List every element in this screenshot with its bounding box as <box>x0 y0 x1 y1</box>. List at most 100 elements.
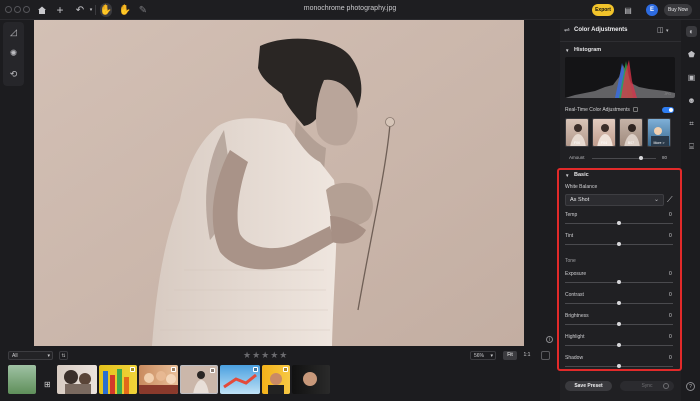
preset-thumbnail[interactable]: B07 <box>619 118 643 147</box>
title-bar: + ↶ ▾ ✋ ✋ ✎ monochrome photography.jpg E… <box>0 0 700 20</box>
preset-thumbnail[interactable]: F04 <box>592 118 616 147</box>
selection-checkbox[interactable] <box>283 367 288 372</box>
filmstrip-thumbnail[interactable] <box>262 365 290 394</box>
selection-checkbox[interactable] <box>210 368 215 373</box>
filmstrip-thumbnail[interactable] <box>139 365 178 394</box>
crop-icon[interactable]: ⌗ <box>686 118 697 129</box>
filmstrip-thumbnail[interactable] <box>57 365 97 394</box>
collapse-triangle-icon[interactable]: ▼ <box>565 173 569 178</box>
save-preset-button[interactable]: Save Preset <box>565 381 612 391</box>
filmstrip-thumbnail[interactable] <box>8 365 36 394</box>
amount-slider-track[interactable] <box>592 158 656 159</box>
camera-icon[interactable]: ⌸ <box>686 141 697 152</box>
info-panel-icon[interactable]: ▤ <box>621 3 635 17</box>
buy-now-button[interactable]: Buy Now <box>664 4 692 16</box>
photo-image <box>34 20 524 346</box>
histogram-title: Histogram <box>574 47 602 53</box>
panel-title: Color Adjustments <box>574 27 628 33</box>
filmstrip-thumbnail[interactable] <box>99 365 137 394</box>
chevron-down-icon: ▾ <box>490 353 493 359</box>
selection-checkbox[interactable] <box>253 367 258 372</box>
shield-icon[interactable]: ⬟ <box>686 49 697 60</box>
fit-button[interactable]: Fit <box>503 351 517 360</box>
avatar[interactable]: E <box>646 4 658 16</box>
sliders-icon: ⇌ <box>564 27 570 34</box>
right-toolbar: ◐ ⬟ ▣ ☻ ⌗ ⌸ <box>683 20 700 401</box>
selection-checkbox[interactable] <box>130 367 135 372</box>
preset-label: B07 <box>627 141 635 145</box>
photo-canvas[interactable] <box>34 20 524 346</box>
people-icon[interactable]: ☻ <box>686 95 697 106</box>
chevron-down-icon[interactable]: ▾ <box>666 28 669 34</box>
filter-value: All <box>12 353 18 359</box>
actual-size-button[interactable]: 1:1 <box>520 351 534 360</box>
rating-stars[interactable]: ★★★★★ <box>243 350 288 361</box>
temp-slider-knob[interactable] <box>617 221 621 225</box>
amount-slider-knob[interactable] <box>639 156 643 160</box>
zoom-dropdown[interactable]: 56% ▾ <box>470 351 496 360</box>
shadow-slider-knob[interactable] <box>617 364 621 368</box>
temp-value: 0 <box>669 212 672 218</box>
contrast-slider-knob[interactable] <box>617 301 621 305</box>
eyedropper-icon[interactable]: ⟋ <box>667 195 673 205</box>
amount-label: Amount <box>569 155 585 160</box>
exposure-slider-knob[interactable] <box>617 280 621 284</box>
white-balance-label: White Balance <box>565 184 598 190</box>
filmstrip-thumbnail[interactable] <box>292 365 330 394</box>
info-icon[interactable] <box>633 107 638 112</box>
layers-icon[interactable]: ▣ <box>686 72 697 83</box>
help-icon[interactable]: ? <box>686 382 695 391</box>
preset-thumbnail[interactable]: F06 <box>565 118 589 147</box>
left-toolbar: ◿ ✺ ⟲ <box>3 22 24 86</box>
contrast-label: Contrast <box>565 292 584 298</box>
exposure-value: 0 <box>669 271 672 277</box>
preset-label: F06 <box>573 141 581 145</box>
brightness-label: Brightness <box>565 313 589 319</box>
export-button[interactable]: Export <box>592 4 614 16</box>
sync-icon <box>663 383 669 389</box>
brightness-value: 0 <box>669 313 672 319</box>
tone-group-label: Tone <box>565 258 576 264</box>
selection-checkbox[interactable] <box>171 367 176 372</box>
realtime-adjustments-label: Real-Time Color Adjustments <box>565 107 630 113</box>
basic-section-title: Basic <box>574 172 589 178</box>
tint-value: 0 <box>669 233 672 239</box>
highlight-label: Highlight <box>565 334 585 340</box>
filter-dropdown[interactable]: All ▾ <box>8 351 53 360</box>
tint-slider-knob[interactable] <box>617 242 621 246</box>
white-balance-dropdown[interactable]: As Shot ⌄ <box>565 194 664 206</box>
sort-icon[interactable]: ⇅ <box>59 351 68 360</box>
highlight-slider-knob[interactable] <box>617 343 621 347</box>
shadow-label: Shadow <box>565 355 584 361</box>
filmstrip-thumbnail[interactable] <box>220 365 260 394</box>
histogram: JPG <box>565 57 675 98</box>
brightness-slider-knob[interactable] <box>617 322 621 326</box>
amount-value: 80 <box>662 155 668 160</box>
history-icon[interactable]: ⟲ <box>8 69 19 80</box>
preset-label: F04 <box>600 141 608 145</box>
more-presets-button[interactable]: More > <box>647 118 671 147</box>
more-presets-label: More > <box>653 141 665 145</box>
highlight-value: 0 <box>669 334 672 340</box>
chevron-down-icon: ⌄ <box>653 197 659 203</box>
app-window: + ↶ ▾ ✋ ✋ ✎ monochrome photography.jpg E… <box>0 0 700 401</box>
compare-layout-icon[interactable]: ◫ <box>657 26 664 34</box>
color-adjustments-tool-icon[interactable]: ◐ <box>686 26 697 37</box>
effects-icon[interactable]: ✺ <box>8 48 19 59</box>
chevron-down-icon: ▾ <box>47 353 50 359</box>
tint-label: Tint <box>565 233 574 239</box>
filmstrip-thumbnail-selected[interactable] <box>180 365 218 394</box>
realtime-adjustments-toggle[interactable] <box>662 107 674 113</box>
panel-header: ⇌ Color Adjustments ◫ ▾ <box>560 20 681 42</box>
temp-label: Temp <box>565 212 578 218</box>
contrast-value: 0 <box>669 292 672 298</box>
exposure-label: Exposure <box>565 271 587 277</box>
compare-view-icon[interactable] <box>541 351 550 360</box>
image-info-icon[interactable]: i <box>546 336 553 343</box>
import-photos-icon[interactable]: ⊞ <box>44 380 54 390</box>
crop-adjust-icon[interactable]: ◿ <box>8 27 19 38</box>
white-balance-value: As Shot <box>570 197 590 203</box>
zoom-value: 56% <box>474 353 485 359</box>
histogram-readout: JPG <box>664 92 671 96</box>
collapse-triangle-icon[interactable]: ▼ <box>565 48 569 53</box>
